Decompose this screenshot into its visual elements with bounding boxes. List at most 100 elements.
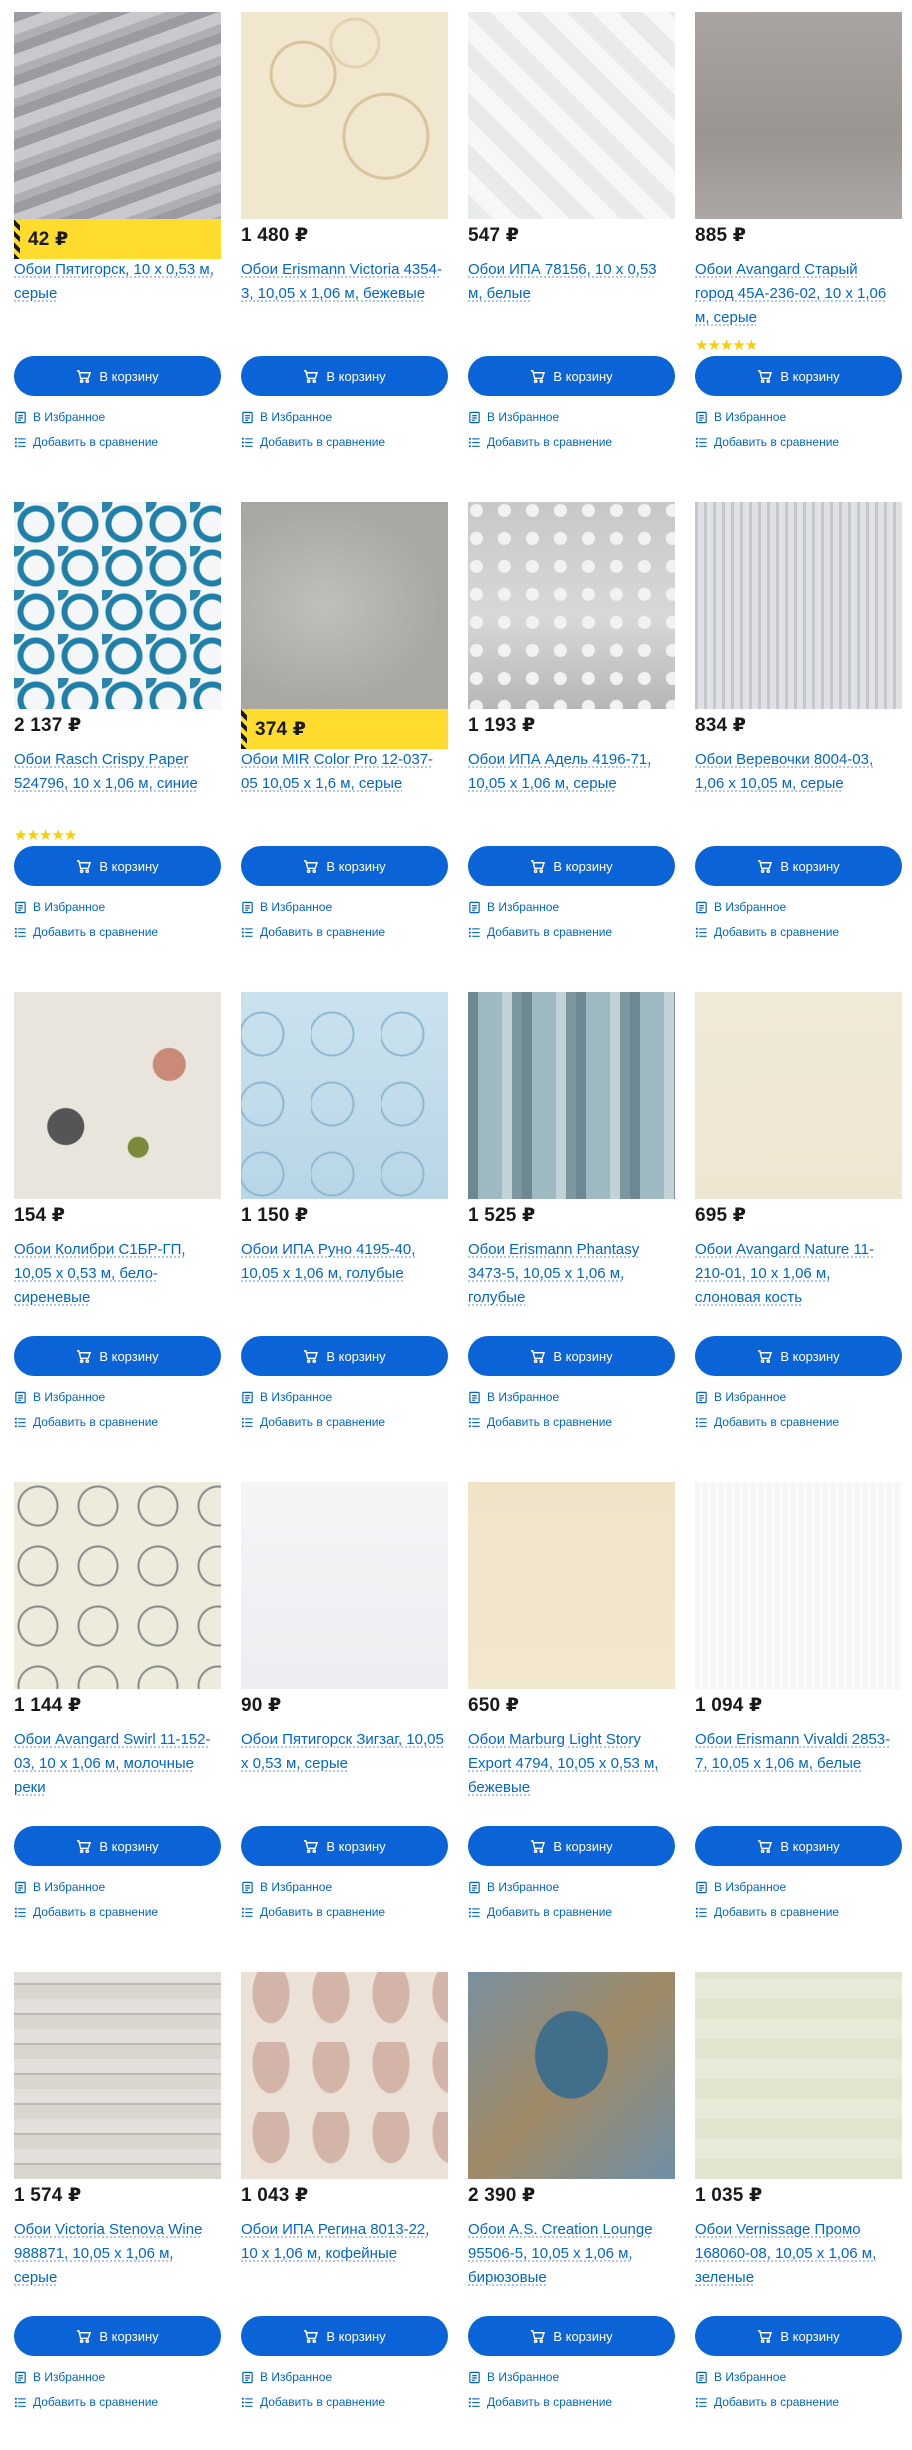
- add-to-cart-button[interactable]: В корзину: [14, 846, 221, 886]
- compare-label[interactable]: Добавить в сравнение: [714, 925, 839, 939]
- product-title[interactable]: Обои Rasch Crispy Paper 524796, 10 х 1,0…: [14, 751, 198, 792]
- favorites-label[interactable]: В Избранное: [260, 2370, 332, 2384]
- product-title[interactable]: Обои Victoria Stenova Wine 988871, 10,05…: [14, 2221, 202, 2286]
- add-to-favorites-link[interactable]: В Избранное: [14, 1390, 105, 1404]
- add-to-compare-link[interactable]: Добавить в сравнение: [14, 925, 158, 939]
- product-title-link[interactable]: Обои A.S. Creation Lounge 95506-5, 10,05…: [468, 2218, 673, 2290]
- product-title[interactable]: Обои ИПА Адель 4196-71, 10,05 х 1,06 м, …: [468, 751, 651, 792]
- product-title[interactable]: Обои Avangard Nature 11-210-01, 10 х 1,0…: [695, 1241, 874, 1306]
- add-to-compare-link[interactable]: Добавить в сравнение: [695, 925, 839, 939]
- add-to-favorites-link[interactable]: В Избранное: [695, 1390, 786, 1404]
- product-image[interactable]: [14, 502, 221, 709]
- product-title[interactable]: Обои Erismann Vivaldi 2853-7, 10,05 х 1,…: [695, 1731, 890, 1772]
- product-title[interactable]: Обои Erismann Victoria 4354-3, 10,05 х 1…: [241, 261, 442, 302]
- add-to-compare-link[interactable]: Добавить в сравнение: [695, 1415, 839, 1429]
- add-to-compare-link[interactable]: Добавить в сравнение: [695, 1905, 839, 1919]
- add-to-cart-button[interactable]: В корзину: [695, 356, 902, 396]
- add-to-favorites-link[interactable]: В Избранное: [241, 1880, 332, 1894]
- product-title[interactable]: Обои Веревочки 8004-03, 1,06 х 10,05 м, …: [695, 751, 873, 792]
- product-title-link[interactable]: Обои Avangard Старый город 45А-236-02, 1…: [695, 258, 900, 330]
- favorites-label[interactable]: В Избранное: [33, 410, 105, 424]
- add-to-compare-link[interactable]: Добавить в сравнение: [695, 435, 839, 449]
- product-title[interactable]: Обои Vernissage Промо 168060-08, 10,05 х…: [695, 2221, 876, 2286]
- add-to-cart-button[interactable]: В корзину: [14, 356, 221, 396]
- add-to-cart-button[interactable]: В корзину: [468, 356, 675, 396]
- product-image[interactable]: [468, 1972, 675, 2179]
- favorites-label[interactable]: В Избранное: [33, 1390, 105, 1404]
- add-to-favorites-link[interactable]: В Избранное: [695, 1880, 786, 1894]
- add-to-cart-button[interactable]: В корзину: [468, 1826, 675, 1866]
- add-to-favorites-link[interactable]: В Избранное: [468, 1390, 559, 1404]
- product-image[interactable]: [241, 1972, 448, 2179]
- add-to-favorites-link[interactable]: В Избранное: [241, 2370, 332, 2384]
- favorites-label[interactable]: В Избранное: [33, 2370, 105, 2384]
- product-image[interactable]: [14, 12, 221, 219]
- favorites-label[interactable]: В Избранное: [714, 410, 786, 424]
- add-to-favorites-link[interactable]: В Избранное: [695, 900, 786, 914]
- add-to-compare-link[interactable]: Добавить в сравнение: [241, 435, 385, 449]
- compare-label[interactable]: Добавить в сравнение: [33, 1415, 158, 1429]
- product-image[interactable]: [14, 992, 221, 1199]
- product-image[interactable]: [14, 1482, 221, 1689]
- product-image[interactable]: В Избранное: [468, 1482, 675, 1689]
- add-to-compare-link[interactable]: Добавить в сравнение: [468, 1905, 612, 1919]
- favorites-label[interactable]: В Избранное: [714, 1390, 786, 1404]
- add-to-compare-link[interactable]: Добавить в сравнение: [14, 435, 158, 449]
- product-title[interactable]: Обои ИПА Руно 4195-40, 10,05 х 1,06 м, г…: [241, 1241, 415, 1282]
- compare-label[interactable]: Добавить в сравнение: [260, 1415, 385, 1429]
- product-title-link[interactable]: Обои Rasch Crispy Paper 524796, 10 х 1,0…: [14, 748, 219, 796]
- add-to-compare-link[interactable]: Добавить в сравнение: [241, 2395, 385, 2409]
- favorites-label[interactable]: В Избранное: [260, 1880, 332, 1894]
- compare-label[interactable]: Добавить в сравнение: [714, 2395, 839, 2409]
- product-title-link[interactable]: Обои Avangard Nature 11-210-01, 10 х 1,0…: [695, 1238, 900, 1310]
- compare-label[interactable]: Добавить в сравнение: [714, 1905, 839, 1919]
- add-to-favorites-link[interactable]: В Избранное: [695, 2370, 786, 2384]
- add-to-favorites-link[interactable]: В Избранное: [695, 410, 786, 424]
- favorites-label[interactable]: В Избранное: [714, 900, 786, 914]
- favorites-label[interactable]: В Избранное: [33, 900, 105, 914]
- product-title[interactable]: Обои A.S. Creation Lounge 95506-5, 10,05…: [468, 2221, 653, 2286]
- add-to-compare-link[interactable]: Добавить в сравнение: [14, 1415, 158, 1429]
- product-title-link[interactable]: Обои Пятигорск Зигзаг, 10,05 х 0,53 м, с…: [241, 1728, 446, 1776]
- compare-label[interactable]: Добавить в сравнение: [33, 2395, 158, 2409]
- add-to-cart-button[interactable]: В корзину: [241, 1826, 448, 1866]
- favorites-label[interactable]: В Избранное: [487, 2370, 559, 2384]
- add-to-compare-link[interactable]: Добавить в сравнение: [241, 925, 385, 939]
- product-title-link[interactable]: Обои Avangard Swirl 11-152-03, 10 х 1,06…: [14, 1728, 219, 1800]
- compare-label[interactable]: Добавить в сравнение: [260, 2395, 385, 2409]
- product-title-link[interactable]: Обои Веревочки 8004-03, 1,06 х 10,05 м, …: [695, 748, 900, 796]
- add-to-cart-button[interactable]: В корзину: [468, 1336, 675, 1376]
- product-title-link[interactable]: Обои MIR Color Pro 12-037-05 10,05 х 1,6…: [241, 748, 446, 796]
- product-image[interactable]: [241, 992, 448, 1199]
- add-to-favorites-link[interactable]: В Избранное: [241, 900, 332, 914]
- product-image[interactable]: В Избранное: [695, 1482, 902, 1689]
- product-title[interactable]: Обои Erismann Phantasy 3473-5, 10,05 х 1…: [468, 1241, 639, 1306]
- compare-label[interactable]: Добавить в сравнение: [487, 1905, 612, 1919]
- add-to-favorites-link[interactable]: В Избранное: [468, 2370, 559, 2384]
- add-to-compare-link[interactable]: Добавить в сравнение: [468, 1415, 612, 1429]
- compare-label[interactable]: Добавить в сравнение: [714, 435, 839, 449]
- add-to-compare-link[interactable]: Добавить в сравнение: [14, 2395, 158, 2409]
- add-to-cart-button[interactable]: В корзину: [695, 1336, 902, 1376]
- compare-label[interactable]: Добавить в сравнение: [33, 1905, 158, 1919]
- favorites-label[interactable]: В Избранное: [714, 2370, 786, 2384]
- product-image[interactable]: [241, 12, 448, 219]
- add-to-cart-button[interactable]: В корзину: [695, 1826, 902, 1866]
- add-to-favorites-link[interactable]: В Избранное: [468, 900, 559, 914]
- product-title[interactable]: Обои Marburg Light Story Export 4794, 10…: [468, 1731, 658, 1796]
- product-image[interactable]: [468, 502, 675, 709]
- favorites-label[interactable]: В Избранное: [487, 410, 559, 424]
- product-image[interactable]: [468, 12, 675, 219]
- add-to-favorites-link[interactable]: В Избранное: [14, 900, 105, 914]
- product-image[interactable]: [241, 502, 448, 709]
- product-title[interactable]: Обои Avangard Swirl 11-152-03, 10 х 1,06…: [14, 1731, 211, 1796]
- product-image[interactable]: [695, 502, 902, 709]
- compare-label[interactable]: Добавить в сравнение: [487, 2395, 612, 2409]
- compare-label[interactable]: Добавить в сравнение: [260, 1905, 385, 1919]
- favorites-label[interactable]: В Избранное: [714, 1880, 786, 1894]
- add-to-compare-link[interactable]: Добавить в сравнение: [695, 2395, 839, 2409]
- favorites-label[interactable]: В Избранное: [487, 1880, 559, 1894]
- favorites-label[interactable]: В Избранное: [260, 1390, 332, 1404]
- product-title[interactable]: Обои ИПА 78156, 10 х 0,53 м, белые: [468, 261, 657, 302]
- add-to-compare-link[interactable]: Добавить в сравнение: [468, 435, 612, 449]
